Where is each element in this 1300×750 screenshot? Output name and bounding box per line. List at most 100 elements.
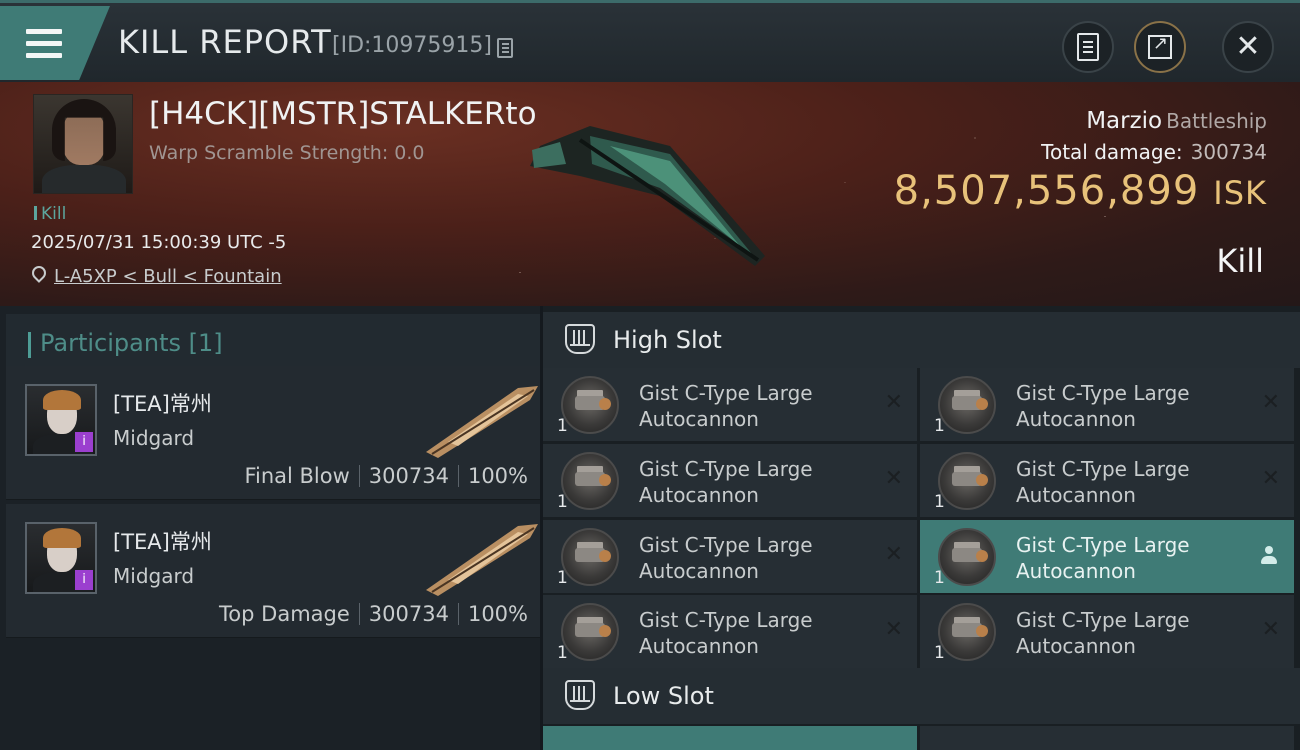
low-slot-header: Low Slot [543, 668, 1300, 724]
high-slot-header: High Slot [543, 312, 1300, 368]
participant-name: [TEA]常州 [113, 392, 212, 416]
destroyed-icon: ✕ [884, 390, 903, 415]
autocannon-icon [938, 376, 996, 434]
module-name: Gist C-Type Large Autocannon [639, 533, 813, 583]
destroyed-icon: ✕ [884, 542, 903, 567]
module-quantity: 1 [934, 492, 945, 512]
module-quantity: 1 [934, 416, 945, 436]
clipboard-icon [1077, 33, 1099, 61]
module-item[interactable]: 1 Gist C-Type Large Autocannon ✕ [543, 520, 917, 593]
kill-datetime: 2025/07/31 15:00:39 UTC -5 [31, 232, 287, 253]
participant-avatar[interactable]: i [25, 522, 97, 594]
module-item[interactable]: 1 Gist C-Type Large Autocannon ✕ [920, 368, 1294, 441]
ship-name: Marzio [1086, 108, 1163, 134]
participant-ship-image [426, 524, 538, 596]
share-icon [1148, 33, 1172, 59]
participant-ship: Midgard [113, 564, 195, 588]
report-button[interactable] [1062, 21, 1114, 73]
isk-unit: ISK [1213, 174, 1267, 212]
player-badge-icon: i [75, 570, 93, 590]
module-quantity: 1 [557, 416, 568, 436]
participants-panel: Participants [1] i [TEA]常州 Midgard Final… [0, 306, 540, 750]
module-item[interactable]: 1 Gist C-Type Large Autocannon ✕ [543, 444, 917, 517]
module-quantity: 1 [557, 568, 568, 588]
module-name: Gist C-Type Large Autocannon [1016, 608, 1190, 658]
isk-amount: 8,507,556,899 [893, 168, 1200, 214]
module-item[interactable]: 1 Gist C-Type Large Autocannon ✕ [543, 595, 917, 668]
participant-percent: 100% [467, 602, 528, 626]
total-damage-value: 300734 [1190, 140, 1267, 164]
autocannon-icon [561, 603, 619, 661]
autocannon-icon [938, 452, 996, 510]
module-item[interactable]: 1 Gist C-Type Large Autocannon ✕ [543, 368, 917, 441]
participant-avatar[interactable]: i [25, 384, 97, 456]
close-button[interactable]: ✕ [1222, 21, 1274, 73]
victim-ship-image [530, 126, 765, 266]
module-name: Gist C-Type Large Autocannon [639, 381, 813, 431]
victim-name[interactable]: [H4CK][MSTR]STALKERto [149, 96, 537, 132]
menu-button[interactable] [0, 6, 110, 80]
participant-row[interactable]: i [TEA]常州 Midgard Final Blow 300734 100% [6, 366, 540, 500]
participant-stats: Final Blow 300734 100% [244, 464, 528, 488]
result-label: Kill [1216, 242, 1264, 280]
module-name: Gist C-Type Large Autocannon [1016, 381, 1190, 431]
isk-value: 8,507,556,899 ISK [894, 168, 1267, 214]
player-badge-icon: i [75, 432, 93, 452]
autocannon-icon [561, 452, 619, 510]
module-item-selected[interactable]: 1 Gist C-Type Large Autocannon [920, 520, 1294, 593]
fitting-panel: High Slot 1 Gist C-Type Large Autocannon… [543, 306, 1300, 750]
ship-class: Battleship [1166, 109, 1267, 133]
autocannon-icon [561, 376, 619, 434]
module-item-partial[interactable] [543, 726, 917, 750]
top-bar: KILL REPORT [ID:10975915] ✕ [0, 0, 1300, 82]
destroyed-icon: ✕ [884, 617, 903, 642]
autocannon-icon [561, 528, 619, 586]
high-slot-title: High Slot [613, 326, 722, 354]
autocannon-icon [938, 603, 996, 661]
close-icon: ✕ [1235, 29, 1261, 64]
participant-damage: 300734 [368, 464, 449, 488]
module-name: Gist C-Type Large Autocannon [639, 457, 813, 507]
participant-stats: Top Damage 300734 100% [219, 602, 528, 626]
victim-ship: Marzio Battleship [1086, 108, 1267, 134]
autocannon-icon [938, 528, 996, 586]
module-item[interactable]: 1 Gist C-Type Large Autocannon ✕ [920, 444, 1294, 517]
module-quantity: 1 [557, 643, 568, 663]
high-slot-icon [565, 324, 595, 354]
module-quantity: 1 [557, 492, 568, 512]
total-damage: Total damage: 300734 [1041, 140, 1267, 164]
module-name: Gist C-Type Large Autocannon [1016, 533, 1190, 583]
participant-ship-image [426, 386, 538, 458]
page-title: KILL REPORT [118, 23, 332, 61]
victim-avatar[interactable] [33, 94, 133, 194]
person-icon [1260, 546, 1278, 566]
total-damage-label: Total damage: [1041, 140, 1183, 164]
victim-banner: [H4CK][MSTR]STALKERto Warp Scramble Stre… [0, 82, 1300, 306]
module-name: Gist C-Type Large Autocannon [1016, 457, 1190, 507]
participant-damage: 300734 [368, 602, 449, 626]
destroyed-icon: ✕ [1261, 390, 1280, 415]
kill-report-id: [ID:10975915] [332, 33, 492, 58]
hamburger-menu-icon [26, 29, 62, 59]
module-name: Gist C-Type Large Autocannon [639, 608, 813, 658]
low-slot-icon [565, 680, 595, 710]
participant-ship: Midgard [113, 426, 195, 450]
module-item-partial[interactable] [920, 726, 1294, 750]
participants-title: Participants [1] [40, 329, 223, 357]
module-quantity: 1 [934, 643, 945, 663]
participant-percent: 100% [467, 464, 528, 488]
low-slot-title: Low Slot [613, 682, 714, 710]
participants-header: Participants [1] [6, 314, 540, 370]
location-link[interactable]: L-A5XP < Bull < Fountain [54, 266, 282, 287]
participant-role: Final Blow [244, 464, 350, 488]
participant-row[interactable]: i [TEA]常州 Midgard Top Damage 300734 100% [6, 504, 540, 638]
share-button[interactable] [1134, 21, 1186, 73]
module-item[interactable]: 1 Gist C-Type Large Autocannon ✕ [920, 595, 1294, 668]
destroyed-icon: ✕ [1261, 617, 1280, 642]
kill-tag: Kill [34, 204, 66, 224]
warp-scramble-strength: Warp Scramble Strength: 0.0 [149, 142, 425, 164]
copy-icon[interactable] [497, 38, 513, 58]
module-quantity: 1 [934, 568, 945, 588]
destroyed-icon: ✕ [884, 466, 903, 491]
destroyed-icon: ✕ [1261, 466, 1280, 491]
